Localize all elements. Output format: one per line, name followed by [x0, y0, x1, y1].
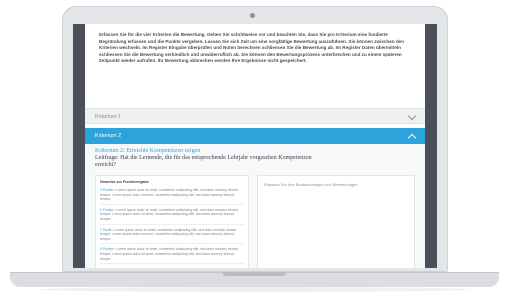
criterion-title: Kriterium 2: Erreichte Kompetenzen zeige… [95, 148, 201, 154]
webcam-icon [250, 13, 255, 18]
chevron-down-icon[interactable] [407, 111, 417, 121]
points-item: 3 Punkte • Lorem ipsum dolor sit amet, c… [100, 188, 244, 205]
points-text: • Lorem ipsum dolor sit amet, consetetur… [100, 227, 237, 241]
points-item: 2 Punkte • Lorem ipsum dolor sit amet, c… [100, 208, 244, 225]
intro-text: Erfassen Sie für die vier Kriterien die … [99, 32, 405, 64]
points-label: 1 Punkt [100, 227, 112, 232]
points-label: 0 Punkte [100, 247, 114, 252]
points-label: 3 Punkte [100, 188, 114, 192]
assessment-page: Erfassen Sie für die vier Kriterien die … [85, 24, 425, 268]
chevron-up-icon[interactable] [407, 133, 417, 143]
criterion-2-label: Kriterium 2 [95, 133, 122, 139]
laptop-shadow [40, 287, 470, 292]
criterion-question: Leitfrage: Hat die Lernende, die für das… [95, 155, 312, 169]
points-item: 0 Punkte • Lorem ipsum dolor sit amet, c… [100, 247, 244, 265]
criterion-1-label: Kriterium 1 [95, 114, 122, 120]
laptop-screen: Erfassen Sie für die vier Kriterien die … [73, 24, 437, 268]
observation-textarea[interactable]: Erfassen Sie Ihre Beobachtungen und Beme… [257, 175, 415, 268]
observation-placeholder: Erfassen Sie Ihre Beobachtungen und Beme… [264, 182, 358, 187]
criterion-2-panel: Kriterium 2: Erreichte Kompetenzen zeige… [85, 144, 425, 268]
points-text: • Lorem ipsum dolor sit amet, consetetur… [100, 188, 239, 202]
points-label: 2 Punkte [100, 207, 114, 212]
points-text: • Lorem ipsum dolor sit amet, consetetur… [100, 207, 239, 221]
accordion-criterion-2[interactable]: Kriterium 2 [85, 128, 425, 144]
points-item: 1 Punkt • Lorem ipsum dolor sit amet, co… [100, 228, 244, 245]
accordion-criterion-1[interactable]: Kriterium 1 [85, 108, 425, 124]
scoring-hints: Hinweise zur Punktevergabe 3 Punkte • Lo… [95, 175, 249, 268]
laptop-notch [222, 272, 286, 276]
hints-title: Hinweise zur Punktevergabe [100, 180, 149, 184]
points-text: • Lorem ipsum dolor sit amet, consetetur… [100, 247, 239, 261]
